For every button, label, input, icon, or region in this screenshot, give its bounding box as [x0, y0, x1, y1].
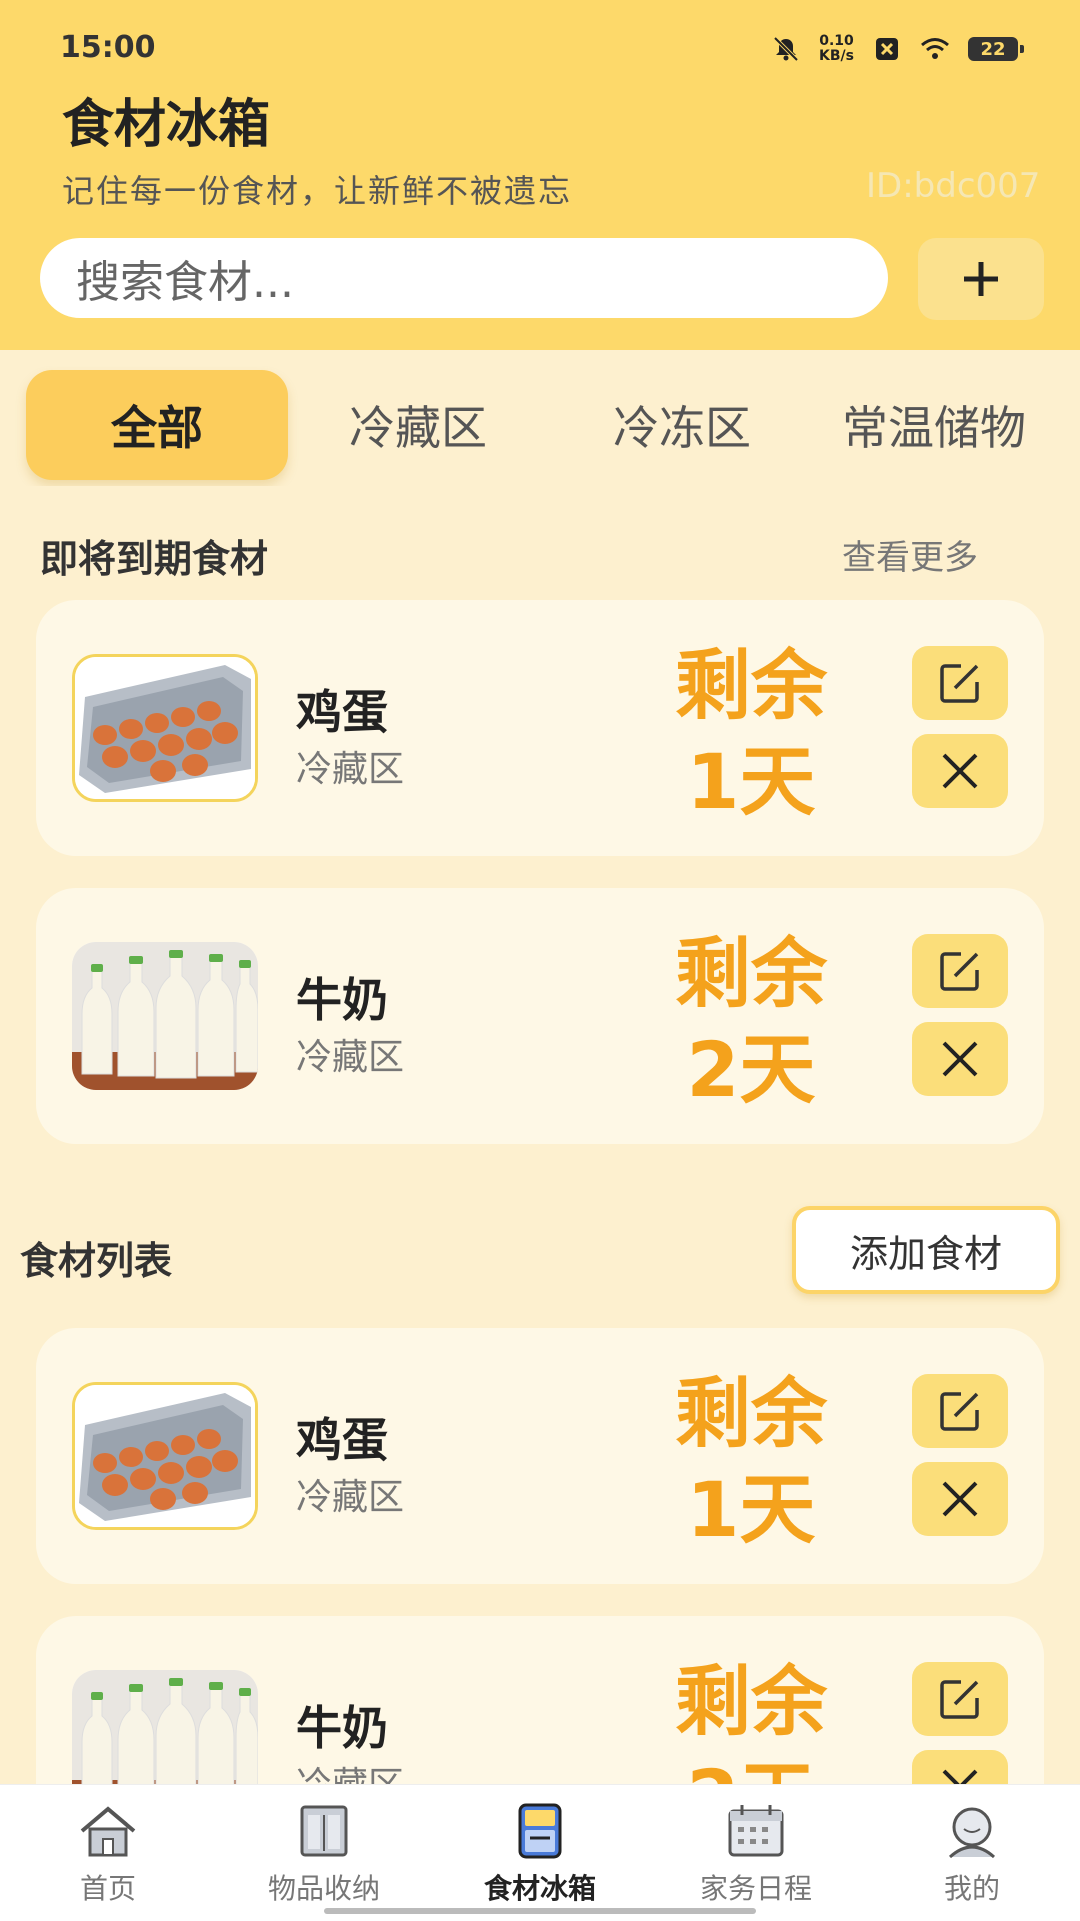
food-card[interactable]: 鸡蛋 冷藏区 剩余 1天	[36, 1328, 1044, 1584]
nav-storage[interactable]: 物品收纳	[216, 1803, 432, 1907]
delete-button[interactable]	[912, 734, 1008, 808]
nav-fridge[interactable]: 食材冰箱	[432, 1803, 648, 1907]
food-list-title: 食材列表	[20, 1239, 173, 1283]
edit-icon	[940, 1392, 979, 1431]
house-icon	[80, 1806, 136, 1857]
cabinet-icon	[300, 1805, 348, 1857]
status-bar-icons: 0.10 KB/s 22	[771, 33, 1024, 64]
page-subtitle: 记住每一份食材，让新鲜不被遗忘	[62, 172, 573, 210]
food-zone: 冷藏区	[296, 1477, 405, 1518]
food-name: 鸡蛋	[296, 1413, 388, 1467]
close-icon	[942, 1041, 978, 1077]
edit-button[interactable]	[912, 1374, 1008, 1448]
food-name: 牛奶	[296, 973, 388, 1027]
food-name: 鸡蛋	[296, 685, 388, 739]
food-card[interactable]: 鸡蛋 冷藏区 剩余 1天	[36, 600, 1044, 856]
tab-refrigerated[interactable]: 冷藏区	[318, 370, 518, 480]
plus-icon	[964, 262, 998, 296]
add-food-button[interactable]: 添加食材	[792, 1206, 1060, 1294]
tab-frozen[interactable]: 冷冻区	[582, 370, 782, 480]
close-icon	[942, 1481, 978, 1517]
home-indicator[interactable]	[324, 1908, 756, 1914]
food-zone: 冷藏区	[296, 1037, 405, 1078]
nav-profile[interactable]: 我的	[864, 1803, 1080, 1907]
food-card[interactable]: 牛奶 冷藏区 剩余 2天	[36, 888, 1044, 1144]
wifi-icon	[921, 38, 949, 59]
edit-button[interactable]	[912, 934, 1008, 1008]
tab-all[interactable]: 全部	[26, 370, 288, 480]
edit-icon	[940, 952, 979, 991]
bottom-nav: 首页 物品收纳 食材冰箱 家务日程 我的	[0, 1784, 1080, 1921]
search-placeholder: 搜索食材...	[76, 257, 294, 308]
see-more-link[interactable]: 查看更多	[842, 530, 978, 579]
battery-icon: 22	[968, 37, 1024, 61]
eggs-image	[72, 1382, 258, 1530]
category-tabs: 全部 冷藏区 冷冻区 常温储物	[0, 366, 1080, 486]
eggs-image	[72, 654, 258, 802]
delete-button[interactable]	[912, 1022, 1008, 1096]
milk-image	[72, 942, 258, 1090]
edit-button[interactable]	[912, 1662, 1008, 1736]
nav-chores[interactable]: 家务日程	[648, 1803, 864, 1907]
remaining-days: 剩余 1天	[675, 641, 827, 826]
add-button[interactable]	[918, 238, 1044, 320]
remaining-days: 剩余 2天	[675, 929, 827, 1114]
page-title: 食材冰箱	[62, 95, 271, 155]
expiring-title: 即将到期食材	[40, 537, 269, 581]
mute-bell-icon	[773, 36, 799, 62]
delete-button[interactable]	[912, 1462, 1008, 1536]
search-input[interactable]: 搜索食材...	[40, 238, 888, 318]
fridge-icon	[518, 1803, 562, 1859]
food-name: 牛奶	[296, 1701, 388, 1755]
edit-button[interactable]	[912, 646, 1008, 720]
tab-room-temp[interactable]: 常温储物	[842, 370, 1080, 480]
nav-home[interactable]: 首页	[0, 1803, 216, 1907]
calendar-icon	[728, 1805, 784, 1857]
profile-icon	[948, 1807, 996, 1859]
user-id: ID:bdc007	[866, 166, 1041, 206]
header: 15:00 0.10 KB/s 22 食材冰箱 记住每一份食材，让新鲜不被遗忘 …	[0, 0, 1080, 350]
food-zone: 冷藏区	[296, 749, 405, 790]
edit-icon	[940, 664, 979, 703]
net-speed: 0.10 KB/s	[819, 33, 854, 64]
sim-x-icon	[876, 38, 898, 60]
close-icon	[942, 753, 978, 789]
status-time: 15:00	[60, 30, 156, 65]
remaining-days: 剩余 1天	[675, 1369, 827, 1554]
edit-icon	[940, 1680, 979, 1719]
